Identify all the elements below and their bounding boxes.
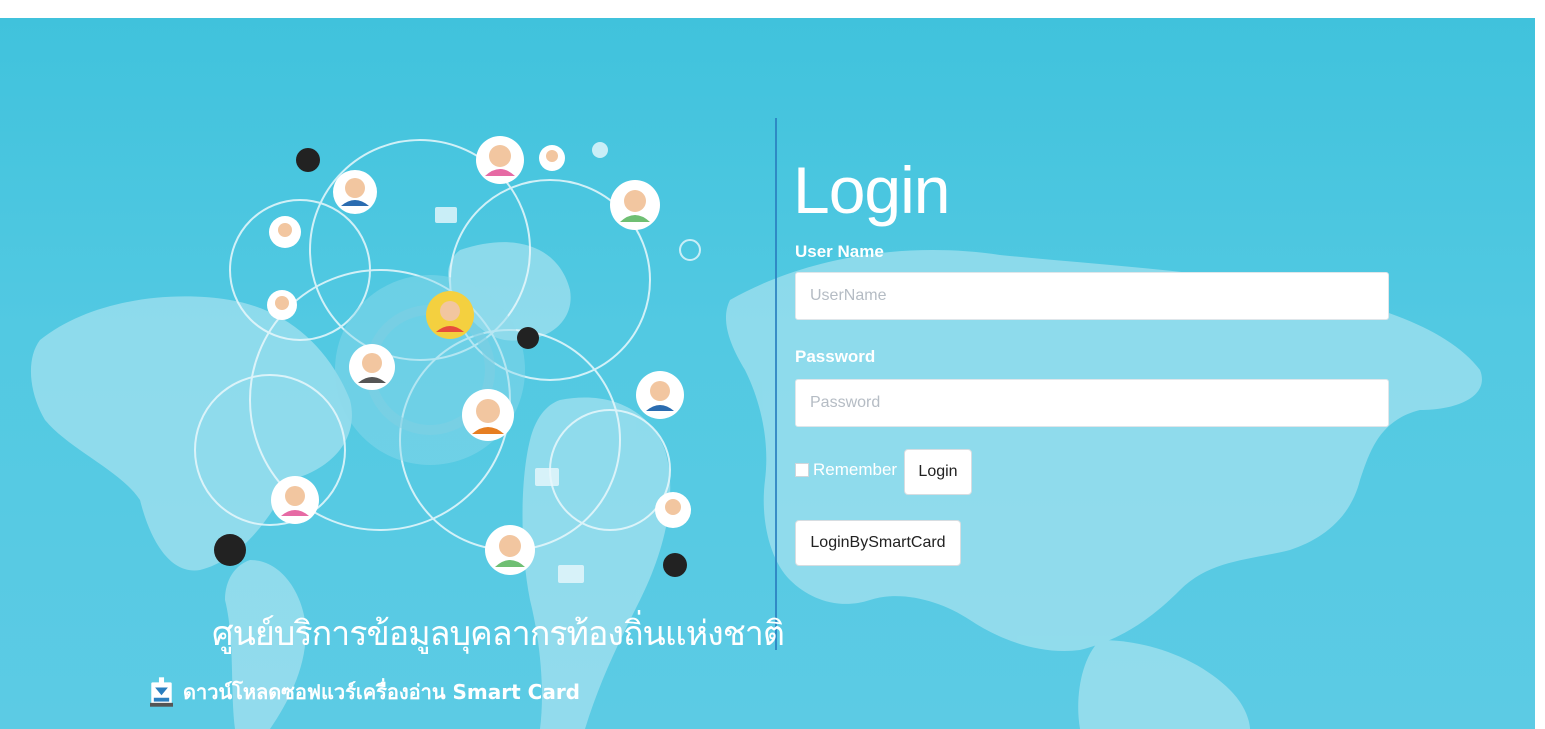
vertical-divider bbox=[775, 118, 777, 650]
download-link-text: ดาวน์โหลดซอฟแวร์เครื่องอ่าน Smart Card bbox=[183, 680, 580, 704]
site-title: ศูนย์บริการข้อมูลบุคลากรท้องถิ่นแห่งชาติ bbox=[212, 614, 785, 654]
login-button[interactable]: Login bbox=[904, 449, 972, 495]
people-network-illustration bbox=[194, 136, 701, 583]
username-label: User Name bbox=[795, 242, 884, 261]
download-smartcard-software-link[interactable]: ดาวน์โหลดซอฟแวร์เครื่องอ่าน Smart Card bbox=[150, 668, 580, 716]
login-smartcard-button[interactable]: LoginBySmartCard bbox=[795, 520, 961, 566]
username-input[interactable] bbox=[795, 272, 1389, 320]
login-heading: Login bbox=[793, 153, 950, 227]
scan-border-top bbox=[0, 0, 1545, 18]
remember-label: Remember bbox=[813, 460, 898, 479]
download-icon bbox=[150, 677, 173, 707]
password-input[interactable] bbox=[795, 379, 1389, 427]
password-label: Password bbox=[795, 347, 876, 366]
remember-checkbox[interactable] bbox=[795, 463, 809, 477]
scan-border-right bbox=[1535, 0, 1545, 729]
remember-me: Remember bbox=[795, 460, 897, 480]
